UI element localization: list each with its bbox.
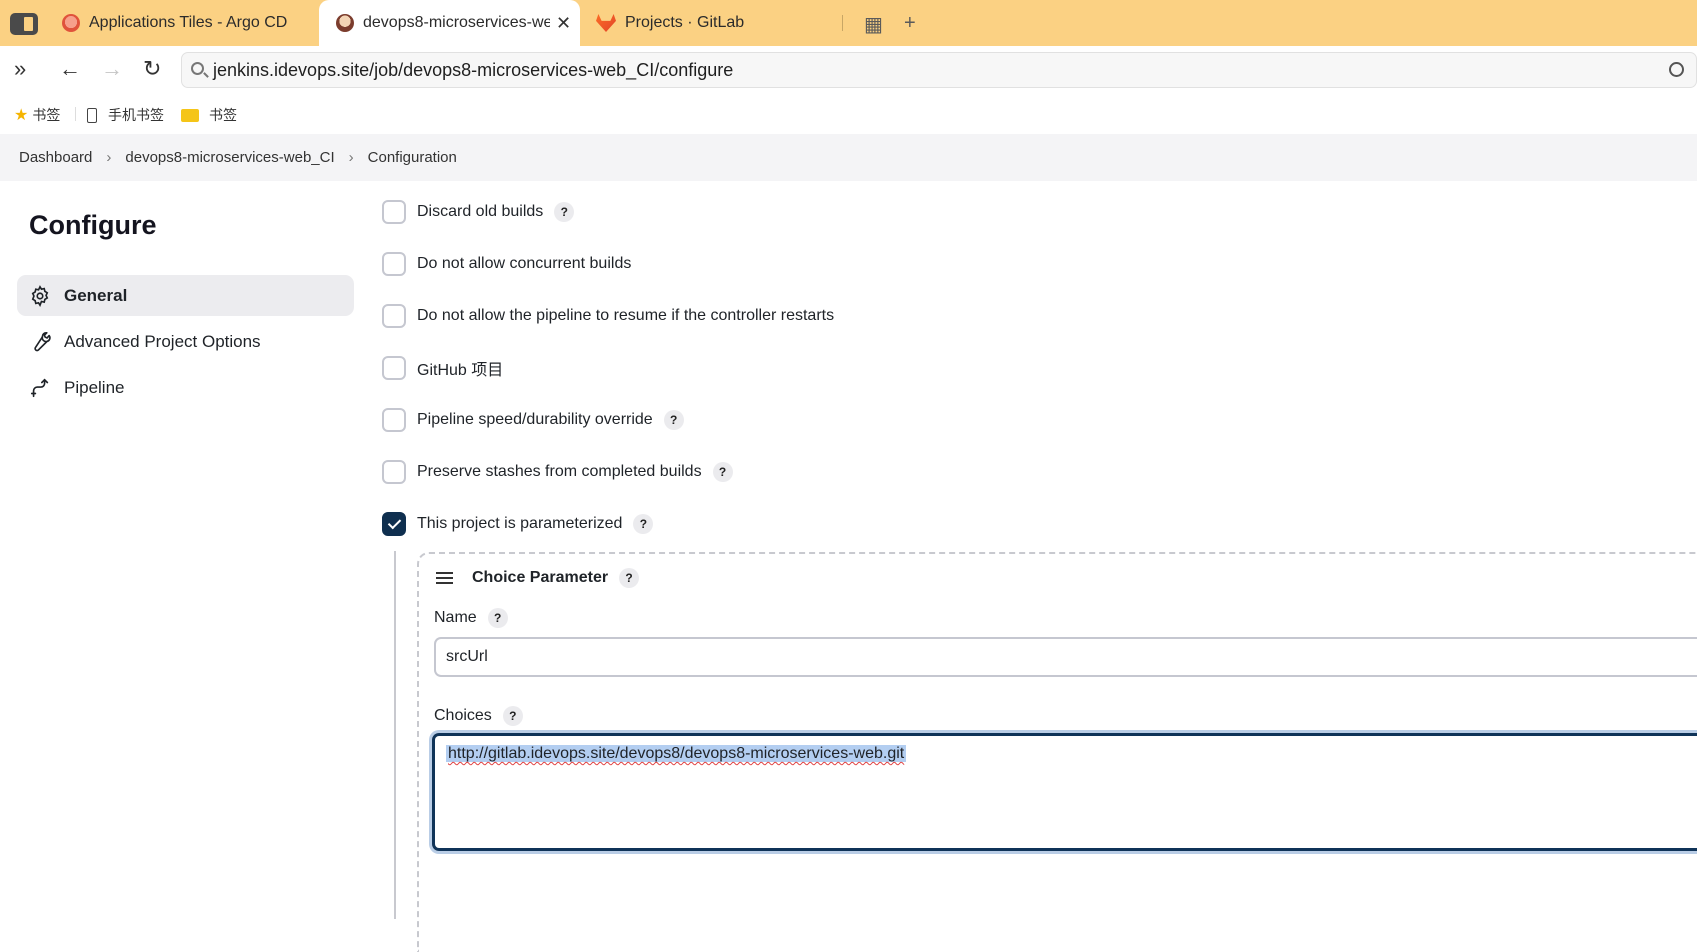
parameter-nesting-line	[394, 551, 396, 919]
checkbox[interactable]	[382, 460, 406, 484]
name-input[interactable]: srcUrl	[434, 637, 1697, 677]
label-text: Name	[434, 609, 477, 626]
address-bar[interactable]: jenkins.idevops.site/job/devops8-microse…	[181, 52, 1697, 88]
tab-title: Applications Tiles - Argo CD	[89, 14, 288, 31]
tab-title: Projects · GitLab	[625, 14, 745, 31]
checkbox[interactable]	[382, 408, 406, 432]
option-no-resume-pipeline[interactable]: Do not allow the pipeline to resume if t…	[382, 303, 834, 329]
choices-selected-text: http://gitlab.idevops.site/devops8/devop…	[446, 745, 907, 762]
choices-field-label: Choices ?	[434, 706, 523, 726]
checkbox-checked[interactable]	[382, 512, 406, 536]
wrench-icon	[29, 331, 51, 353]
pipeline-icon	[29, 377, 51, 399]
breadcrumb-job[interactable]: devops8-microservices-web_CI	[125, 149, 334, 166]
tab-jenkins-configure[interactable]: devops8-microservices-web_CI/configure ✕	[319, 0, 580, 46]
gitlab-favicon-icon	[596, 14, 616, 32]
chevron-right-icon: ›	[348, 149, 354, 166]
star-icon: ★	[14, 107, 29, 124]
bookmark-item[interactable]: ★ 书签	[14, 105, 60, 125]
breadcrumb-dashboard[interactable]: Dashboard	[19, 149, 92, 166]
label-text: Choices	[434, 707, 492, 724]
option-pipeline-durability[interactable]: Pipeline speed/durability override ?	[382, 407, 684, 433]
bookmarks-bar: ★ 书签 手机书签 书签	[0, 94, 1697, 134]
phone-icon	[87, 107, 97, 123]
tab-argo-cd[interactable]: Applications Tiles - Argo CD	[62, 0, 312, 46]
sidebar-item-label: Advanced Project Options	[64, 331, 261, 351]
bookmark-divider	[75, 107, 76, 121]
sidebar-item-advanced-project-options[interactable]: Advanced Project Options	[17, 321, 354, 362]
bookmark-item[interactable]: 手机书签	[87, 105, 164, 125]
option-label: This project is parameterized	[417, 515, 623, 532]
jenkins-favicon-icon	[336, 14, 354, 32]
folder-icon	[181, 108, 199, 122]
name-field-label: Name ?	[434, 608, 508, 628]
expand-icon[interactable]: »	[14, 56, 26, 82]
breadcrumb-configuration[interactable]: Configuration	[368, 149, 457, 166]
choices-textarea[interactable]: http://gitlab.idevops.site/devops8/devop…	[432, 733, 1697, 851]
checkbox[interactable]	[382, 304, 406, 328]
breadcrumb: Dashboard › devops8-microservices-web_CI…	[0, 134, 1697, 181]
help-icon[interactable]: ?	[712, 462, 733, 482]
option-no-concurrent-builds[interactable]: Do not allow concurrent builds	[382, 251, 631, 277]
url-text[interactable]: jenkins.idevops.site/job/devops8-microse…	[213, 60, 733, 81]
bookmark-label: 书签	[32, 107, 61, 123]
sidebar-item-label: General	[64, 285, 128, 305]
gear-icon	[29, 284, 51, 307]
bookmark-label: 手机书签	[108, 107, 164, 123]
option-label: Do not allow concurrent builds	[417, 255, 632, 272]
option-project-parameterized[interactable]: This project is parameterized ?	[382, 511, 654, 537]
search-icon	[191, 62, 204, 75]
option-preserve-stashes[interactable]: Preserve stashes from completed builds ?	[382, 459, 733, 485]
tab-title: devops8-microservices-web_CI/configure	[363, 14, 550, 31]
checkbox[interactable]	[382, 200, 406, 224]
bookmark-label: 书签	[209, 107, 237, 123]
tab-gitlab-projects[interactable]: Projects · GitLab	[596, 0, 836, 46]
help-icon[interactable]: ?	[487, 608, 508, 628]
option-label: Do not allow the pipeline to resume if t…	[417, 307, 835, 324]
page-title: Configure	[29, 210, 157, 240]
browser-tab-strip: Applications Tiles - Argo CD devops8-mic…	[0, 0, 1697, 46]
sidebar-item-general[interactable]: General	[17, 275, 354, 316]
help-icon[interactable]: ?	[619, 568, 640, 588]
option-label: Preserve stashes from completed builds	[417, 463, 702, 480]
drag-handle-icon[interactable]	[436, 572, 453, 585]
sidebar-item-label: Pipeline	[64, 377, 125, 397]
help-icon[interactable]: ?	[502, 706, 523, 726]
option-label: Discard old builds	[417, 203, 544, 220]
parameter-title: Choice Parameter ?	[472, 568, 640, 588]
sidebar-toggle-icon[interactable]	[10, 13, 38, 35]
new-tab-icon[interactable]: +	[904, 12, 916, 35]
sidebar-item-pipeline[interactable]: Pipeline	[17, 367, 354, 408]
option-discard-old-builds[interactable]: Discard old builds ?	[382, 199, 575, 225]
argo-favicon-icon	[62, 14, 80, 32]
checkbox[interactable]	[382, 252, 406, 276]
reload-icon[interactable]: ↻	[143, 56, 161, 82]
back-icon[interactable]: ←	[59, 56, 81, 82]
parameter-title-text: Choice Parameter	[472, 569, 609, 586]
option-label: Pipeline speed/durability override	[417, 411, 653, 428]
zoom-icon[interactable]	[1669, 62, 1684, 77]
help-icon[interactable]: ?	[554, 202, 575, 222]
forward-icon[interactable]: →	[101, 56, 123, 82]
tab-divider	[842, 15, 843, 31]
chevron-right-icon: ›	[106, 149, 112, 166]
option-label: GitHub 项目	[417, 362, 504, 379]
bookmark-item[interactable]: 书签	[181, 105, 237, 125]
tab-groups-icon[interactable]: ▦	[864, 12, 883, 37]
help-icon[interactable]: ?	[663, 410, 684, 430]
checkbox[interactable]	[382, 356, 406, 380]
close-tab-icon[interactable]: ✕	[556, 13, 571, 34]
option-github-project[interactable]: GitHub 项目	[382, 355, 503, 381]
help-icon[interactable]: ?	[633, 514, 654, 534]
